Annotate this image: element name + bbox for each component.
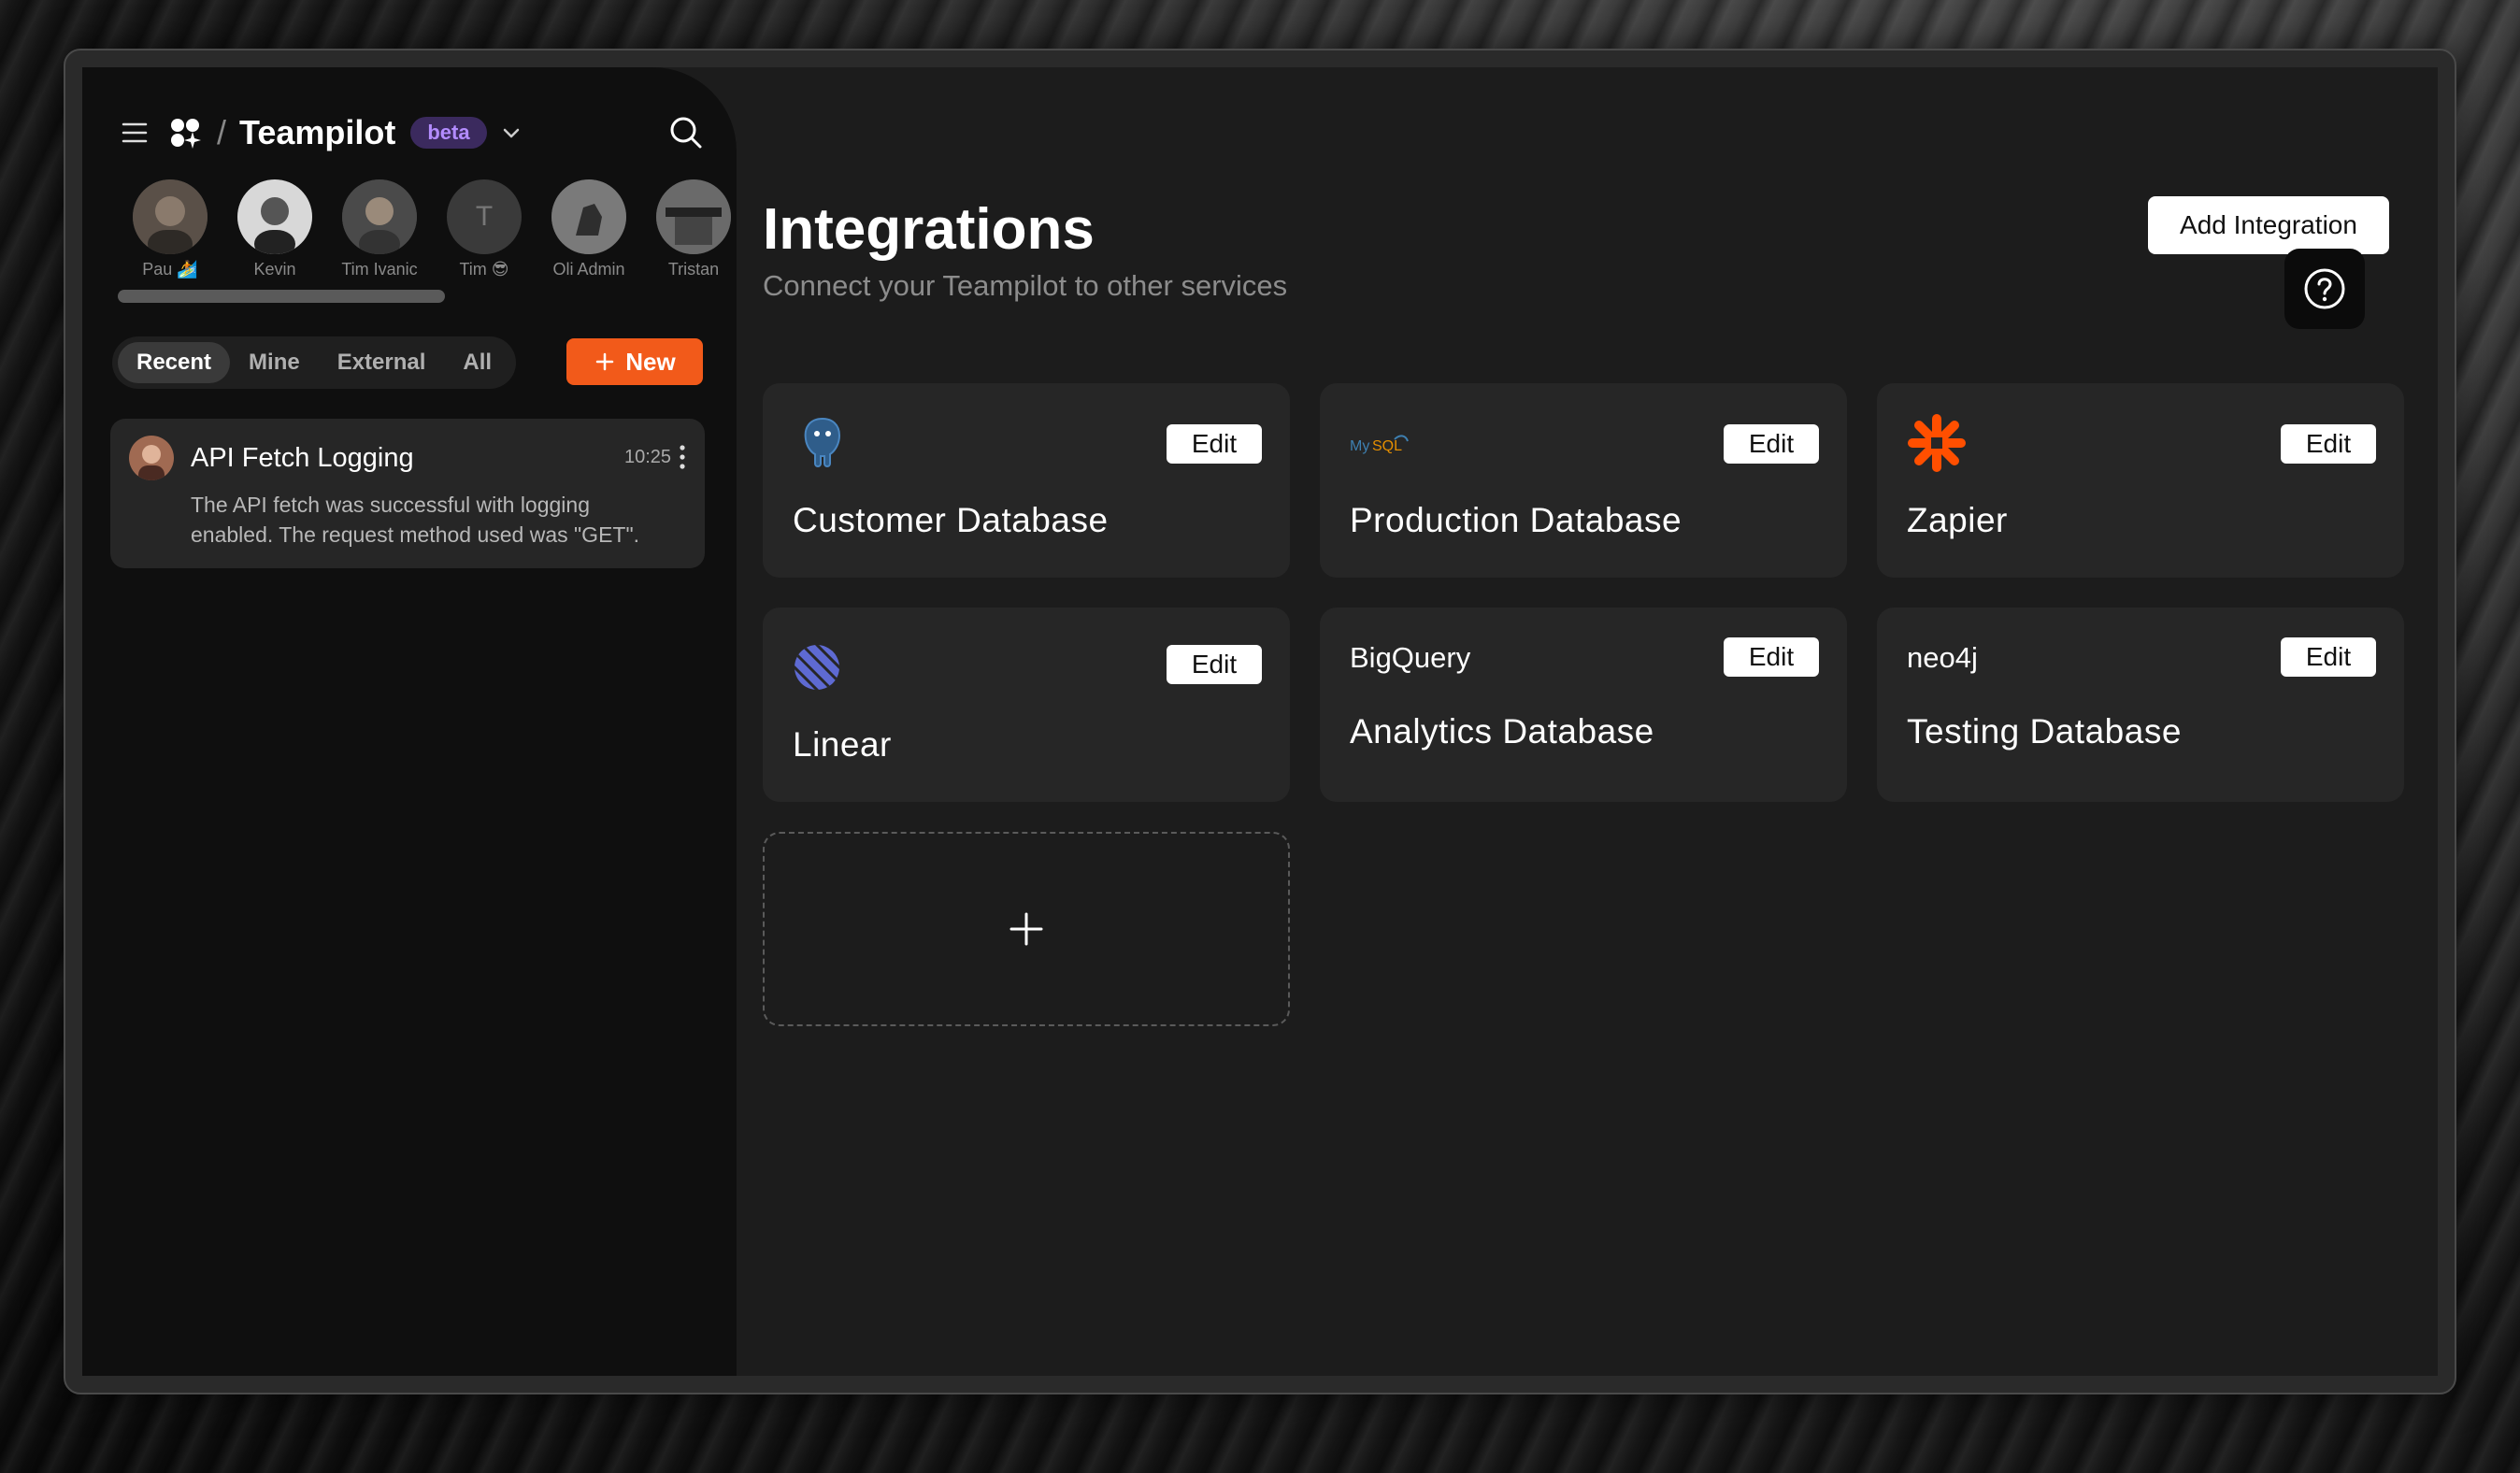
plus-icon bbox=[1009, 912, 1043, 946]
plus-icon bbox=[596, 352, 614, 371]
bigquery-label: BigQuery bbox=[1350, 641, 1471, 674]
new-chat-button[interactable]: New bbox=[566, 338, 703, 385]
svg-text:SQL: SQL bbox=[1372, 438, 1402, 454]
linear-icon bbox=[793, 643, 841, 696]
team-member-name: Pau 🏄 bbox=[142, 260, 198, 279]
integration-card[interactable]: BigQuery Edit Analytics Database bbox=[1320, 608, 1847, 802]
avatar bbox=[656, 179, 731, 254]
edit-button[interactable]: Edit bbox=[1167, 424, 1262, 464]
team-member-name: Kevin bbox=[253, 260, 296, 279]
edit-button[interactable]: Edit bbox=[1167, 645, 1262, 684]
edit-button[interactable]: Edit bbox=[2281, 424, 2376, 464]
workspace-name[interactable]: Teampilot bbox=[239, 113, 395, 152]
avatar bbox=[551, 179, 626, 254]
help-button[interactable] bbox=[2284, 249, 2365, 329]
integration-name: Analytics Database bbox=[1350, 712, 1654, 751]
team-member-name: Tim Ivanic bbox=[341, 260, 418, 279]
integration-card[interactable]: Edit Linear bbox=[763, 608, 1290, 802]
integration-name: Linear bbox=[793, 725, 892, 764]
page-subtitle: Connect your Teampilot to other services bbox=[763, 269, 1288, 302]
edit-button[interactable]: Edit bbox=[2281, 637, 2376, 677]
tab-recent[interactable]: Recent bbox=[118, 342, 231, 383]
integration-name: Production Database bbox=[1350, 501, 1682, 539]
avatar bbox=[129, 436, 174, 480]
avatar-initial: T bbox=[447, 179, 522, 254]
integration-name: Zapier bbox=[1907, 501, 2008, 539]
search-icon[interactable] bbox=[667, 114, 705, 151]
team-member-name: Tristan bbox=[667, 260, 720, 279]
avatar bbox=[133, 179, 208, 254]
beta-badge: beta bbox=[410, 117, 487, 149]
add-integration-card[interactable] bbox=[763, 832, 1290, 1026]
team-member[interactable]: T Tim 😎 bbox=[432, 179, 537, 282]
tab-all[interactable]: All bbox=[444, 342, 510, 383]
team-members-list: Pau 🏄 Kevin Tim Ivanic T Tim 😎 Oli Admin… bbox=[118, 179, 737, 282]
team-member-name: Oli Admin bbox=[552, 260, 625, 279]
integration-card[interactable]: Edit Customer Database bbox=[763, 383, 1290, 578]
page-title: Integrations bbox=[763, 197, 1095, 262]
teampilot-logo-icon[interactable] bbox=[166, 114, 204, 151]
integration-card[interactable]: neo4j Edit Testing Database bbox=[1877, 608, 2404, 802]
team-member[interactable]: Pau 🏄 bbox=[118, 179, 222, 282]
edit-button[interactable]: Edit bbox=[1724, 424, 1819, 464]
tab-mine[interactable]: Mine bbox=[230, 342, 319, 383]
members-scrollbar[interactable] bbox=[118, 290, 445, 303]
chat-timestamp: 10:25 bbox=[624, 447, 672, 467]
integration-card[interactable]: My SQL Edit Production Database bbox=[1320, 383, 1847, 578]
team-member[interactable]: Tristan bbox=[641, 179, 737, 282]
chat-list-item[interactable]: API Fetch Logging 10:25 The API fetch wa… bbox=[110, 419, 705, 568]
chat-title: API Fetch Logging bbox=[191, 443, 414, 473]
team-member[interactable]: Oli Admin bbox=[537, 179, 641, 282]
new-chat-label: New bbox=[625, 347, 676, 376]
chevron-down-icon[interactable] bbox=[498, 120, 524, 146]
neo4j-label: neo4j bbox=[1907, 641, 1978, 674]
app-window: / Teampilot beta Pau 🏄 Kevin Tim Ivanic … bbox=[82, 67, 2438, 1376]
integration-card[interactable]: Edit Zapier bbox=[1877, 383, 2404, 578]
sidebar: / Teampilot beta Pau 🏄 Kevin Tim Ivanic … bbox=[82, 67, 737, 1376]
zapier-icon bbox=[1907, 413, 1967, 478]
team-member[interactable]: Tim Ivanic bbox=[327, 179, 432, 282]
team-member[interactable]: Kevin bbox=[222, 179, 327, 282]
sidebar-header: / Teampilot beta bbox=[116, 107, 705, 159]
hamburger-menu-icon[interactable] bbox=[116, 114, 153, 151]
mysql-icon: My SQL bbox=[1350, 430, 1415, 463]
add-integration-button[interactable]: Add Integration bbox=[2148, 196, 2389, 254]
breadcrumb-separator: / bbox=[217, 113, 227, 151]
postgresql-icon bbox=[793, 413, 852, 478]
app-frame: / Teampilot beta Pau 🏄 Kevin Tim Ivanic … bbox=[64, 49, 2456, 1394]
chat-preview: The API fetch was successful with loggin… bbox=[191, 493, 640, 547]
avatar bbox=[342, 179, 417, 254]
integration-name: Testing Database bbox=[1907, 712, 2182, 751]
more-options-icon[interactable] bbox=[677, 443, 688, 471]
integration-name: Customer Database bbox=[793, 501, 1109, 539]
chat-filter-tabs: Recent Mine External All bbox=[112, 336, 517, 389]
tab-external[interactable]: External bbox=[319, 342, 445, 383]
svg-text:My: My bbox=[1350, 438, 1369, 454]
question-icon bbox=[2304, 268, 2345, 309]
avatar bbox=[237, 179, 312, 254]
team-member-name: Tim 😎 bbox=[459, 260, 509, 279]
edit-button[interactable]: Edit bbox=[1724, 637, 1819, 677]
